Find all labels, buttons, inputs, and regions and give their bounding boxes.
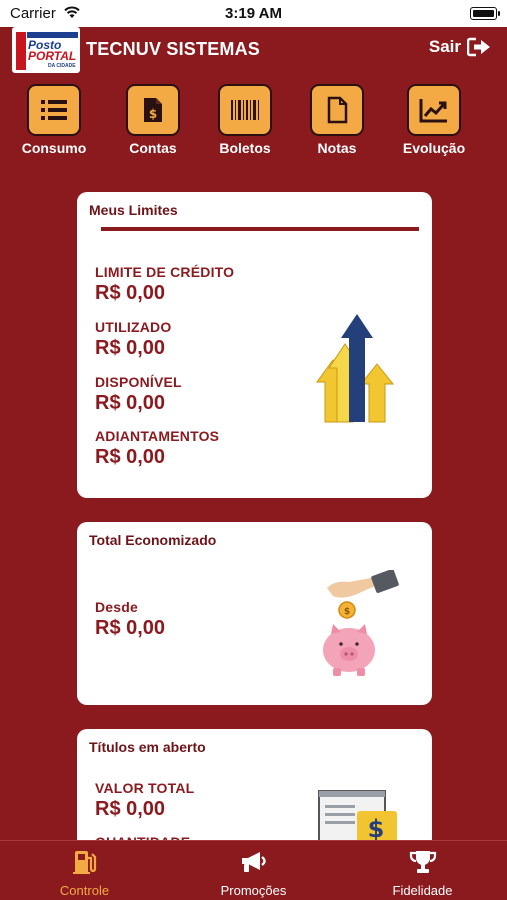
advances-value: R$ 0,00 (95, 446, 166, 468)
app-title: TECNUV SISTEMAS (86, 39, 261, 59)
tab-label-promocoes: Promoções (220, 883, 287, 898)
tab-bar: Controle Promoções Fidelidade (0, 840, 507, 900)
megaphone-icon (242, 852, 266, 872)
posto-portal-logo: Posto PORTAL DA CIDADE (12, 27, 80, 73)
trophy-icon (409, 851, 437, 873)
open-titles-card: Títulos em aberto VALOR TOTAL R$ 0,00 QU… (77, 729, 432, 849)
total-value-label: VALOR TOTAL (95, 780, 195, 796)
piggy-bank-icon: $ (323, 570, 399, 676)
limits-card: Meus Limites LIMITE DE CRÉDITO R$ 0,00 U… (77, 192, 432, 498)
chart-line-icon (419, 99, 447, 123)
barcode-icon (231, 100, 259, 120)
svg-text:$: $ (368, 815, 385, 843)
menu-label-evolucao: Evolução (402, 140, 466, 156)
menu-item-boletos[interactable]: Boletos (205, 84, 285, 156)
svg-text:$: $ (149, 107, 157, 121)
document-icon (327, 96, 348, 124)
savings-card: Total Economizado Desde R$ 0,00 $ (77, 522, 432, 705)
divider (101, 227, 419, 231)
limits-card-title: Meus Limites (89, 202, 178, 218)
menu-label-boletos: Boletos (219, 140, 271, 156)
logout-label: Sair (428, 37, 461, 56)
credit-limit-value: R$ 0,00 (95, 282, 166, 304)
total-value: R$ 0,00 (95, 798, 166, 820)
since-label: Desde (95, 599, 139, 615)
open-titles-card-title: Títulos em aberto (89, 739, 206, 755)
available-label: DISPONÍVEL (95, 374, 182, 390)
fuel-pump-icon (73, 851, 97, 874)
credit-limit-label: LIMITE DE CRÉDITO (95, 264, 235, 280)
svg-text:$: $ (344, 607, 350, 617)
used-value: R$ 0,00 (95, 337, 166, 359)
menu-label-contas: Contas (129, 140, 177, 156)
since-value: R$ 0,00 (95, 617, 166, 639)
menu-item-consumo[interactable]: Consumo (14, 84, 94, 156)
savings-card-title: Total Economizado (89, 532, 217, 548)
logout-button[interactable]: Sair (429, 37, 491, 57)
menu-item-notas[interactable]: Notas (297, 84, 377, 156)
available-value: R$ 0,00 (95, 392, 166, 414)
app-header: Posto PORTAL DA CIDADE TECNUV SISTEMAS S… (0, 27, 507, 77)
tab-label-controle: Controle (59, 883, 110, 898)
menu-item-contas[interactable]: $ Contas (113, 84, 193, 156)
list-icon (41, 100, 67, 120)
used-label: UTILIZADO (95, 319, 172, 335)
tab-fidelidade[interactable]: Fidelidade (338, 841, 507, 900)
menu-label-notas: Notas (317, 140, 357, 156)
menu-label-consumo: Consumo (21, 140, 87, 156)
status-bar: Carrier 3:19 AM (0, 0, 507, 27)
sign-out-icon (467, 37, 490, 57)
advances-label: ADIANTAMENTOS (95, 428, 220, 444)
menu-item-evolucao[interactable]: Evolução (394, 84, 474, 156)
clock: 3:19 AM (225, 5, 282, 22)
quick-menu: Consumo $ Contas Boletos Notas Evolução (0, 84, 507, 160)
growth-arrows-icon (316, 314, 395, 423)
battery-icon (470, 7, 500, 20)
invoice-dollar-icon: $ (144, 98, 162, 122)
tab-promocoes[interactable]: Promoções (169, 841, 338, 900)
tab-controle[interactable]: Controle (0, 841, 169, 900)
tab-label-fidelidade: Fidelidade (392, 883, 453, 898)
